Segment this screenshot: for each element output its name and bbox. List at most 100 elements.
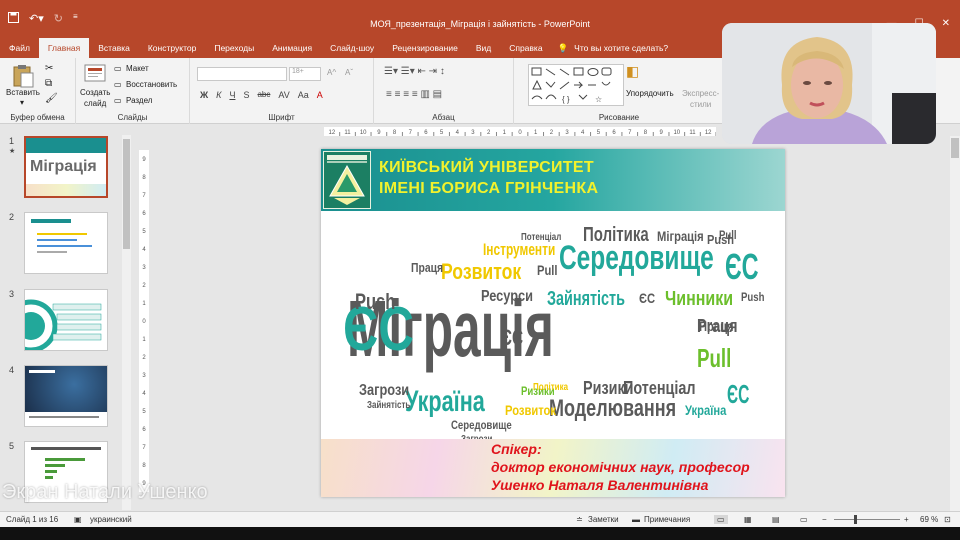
change-case-button[interactable]: Aa [298, 90, 309, 100]
zoom-slider-handle[interactable] [854, 515, 857, 524]
zoom-in-icon[interactable]: + [904, 515, 909, 524]
vruler-label: 4 [142, 247, 146, 253]
fit-to-window-icon[interactable]: ⊡ [944, 515, 951, 524]
word-cloud-word: Середовище [559, 239, 714, 277]
word-cloud-word: ЄС [727, 379, 750, 409]
bold-button[interactable]: Ж [200, 90, 208, 100]
copy-icon[interactable]: ⧉ [45, 78, 52, 89]
tab-home[interactable]: Главная [38, 38, 90, 58]
font-color-button[interactable]: A [317, 90, 323, 100]
slide-thumbnail-1[interactable]: Міграція [24, 136, 108, 198]
new-slide-button[interactable]: Создать [80, 88, 110, 97]
slide-thumbnail-4[interactable] [24, 365, 108, 427]
tab-help[interactable]: Справка [500, 38, 551, 58]
shapes-gallery[interactable]: { } ☆ [528, 64, 624, 106]
svg-text:{ }: { } [562, 95, 570, 104]
hruler-label: 5 [440, 130, 444, 136]
hruler-label: 12 [705, 130, 712, 136]
tab-slideshow[interactable]: Слайд-шоу [321, 38, 383, 58]
hruler-label: 3 [565, 130, 569, 136]
hruler-label: 10 [360, 130, 367, 136]
grow-font-icon[interactable]: A^ [327, 68, 336, 77]
font-size-box[interactable]: 18+ [289, 67, 321, 81]
slide-sorter-icon[interactable]: ▦ [744, 515, 752, 524]
notes-icon[interactable]: ≐ [576, 515, 583, 524]
editor-scroll-thumb[interactable] [951, 138, 959, 158]
slideshow-icon[interactable]: ▭ [800, 515, 808, 524]
reset-icon: ▭ [114, 80, 122, 89]
slide-thumbnail-3[interactable] [24, 289, 108, 351]
vruler-label: 8 [142, 175, 146, 181]
paste-icon[interactable] [12, 64, 34, 88]
vertical-ruler[interactable]: 9876543210123456789 [139, 150, 149, 492]
notes-button[interactable]: Заметки [588, 515, 619, 524]
thumb2-bar-1 [37, 233, 87, 235]
format-painter-icon[interactable]: 🖌 [45, 93, 58, 104]
thumbnail-scroll-thumb[interactable] [123, 139, 130, 249]
cut-icon[interactable]: ✂ [45, 63, 53, 74]
section-button[interactable]: Раздел [126, 96, 152, 105]
shrink-font-icon[interactable]: Aˇ [345, 68, 353, 77]
arrange-button[interactable]: Упорядочить [626, 89, 674, 98]
strikethrough-button[interactable]: abc [257, 90, 270, 100]
paste-dropdown-icon[interactable]: ▾ [20, 98, 24, 107]
thumb4-title [29, 370, 55, 373]
arrange-icon[interactable]: ◧ [626, 63, 639, 80]
language-indicator[interactable]: украинский [90, 515, 132, 524]
word-cloud-word: Push [741, 290, 765, 304]
hruler-label: 2 [550, 130, 554, 136]
font-format-row: Ж К Ч S abc AV Aa A [200, 90, 323, 100]
tab-file[interactable]: Файл [0, 38, 39, 58]
italic-button[interactable]: К [216, 90, 221, 100]
editor-scrollbar[interactable] [950, 136, 960, 511]
slide-canvas[interactable]: КИЇВСЬКИЙ УНІВЕРСИТЕТ ІМЕНІ БОРИСА ГРІНЧ… [321, 149, 785, 497]
font-name-box[interactable] [197, 67, 287, 81]
close-icon[interactable]: ✕ [942, 18, 950, 29]
zoom-level[interactable]: 69 % [920, 515, 938, 524]
tab-animations[interactable]: Анимация [263, 38, 321, 58]
vruler-label: 0 [142, 319, 146, 325]
tell-me-search[interactable]: Что вы хотите сделать? [568, 38, 668, 58]
vruler-label: 6 [142, 427, 146, 433]
zoom-slider-track[interactable] [834, 519, 900, 520]
thumb5-bar-4 [45, 476, 53, 479]
comments-icon[interactable]: ▬ [632, 515, 640, 524]
horizontal-ruler-ticks: 12 11 10 9 8 7 6 5 4 3 2 1 0 1 2 3 4 5 6 7 8 9 10 11 12 [328, 130, 716, 136]
quick-styles-button[interactable]: Экспресс- [682, 89, 719, 98]
vruler-label: 9 [142, 157, 146, 163]
layout-button[interactable]: Макет [126, 64, 149, 73]
shadow-button[interactable]: S [243, 90, 249, 100]
vruler-label: 2 [142, 355, 146, 361]
spellcheck-icon[interactable]: ▣ [74, 515, 82, 524]
hruler-label: 8 [644, 130, 648, 136]
word-cloud-word: Потенціал [623, 378, 696, 398]
comments-button[interactable]: Примечания [644, 515, 690, 524]
hruler-label: 10 [673, 130, 680, 136]
thumbnail-scrollbar[interactable] [122, 135, 131, 510]
zoom-out-icon[interactable]: − [822, 515, 827, 524]
tab-design[interactable]: Конструктор [139, 38, 205, 58]
new-slide-icon[interactable] [84, 64, 106, 84]
university-logo-graphic [327, 155, 367, 205]
reset-button[interactable]: Восстановить [126, 80, 177, 89]
align-icons[interactable]: ≡ ≡ ≡ ≡ ▥ ▤ [386, 89, 442, 100]
char-spacing-button[interactable]: AV [278, 90, 289, 100]
word-cloud-word: Pull [719, 228, 737, 242]
tab-transitions[interactable]: Переходы [205, 38, 263, 58]
thumb2-bar-3 [37, 245, 92, 247]
bullets-icon[interactable]: ☰▾ ☰▾ ⇤ ⇥ ↕ [384, 66, 445, 77]
hruler-label: 9 [659, 130, 663, 136]
underline-button[interactable]: Ч [229, 90, 235, 100]
slide-thumbnail-2[interactable] [24, 212, 108, 274]
hruler-label: 5 [597, 130, 601, 136]
vruler-label: 1 [142, 301, 146, 307]
reading-view-icon[interactable]: ▤ [772, 515, 780, 524]
normal-view-icon[interactable]: ▭ [714, 515, 728, 524]
paste-button[interactable]: Вставить [6, 88, 40, 97]
shapes-icons: { } ☆ [531, 67, 612, 104]
thumb5-bar-3 [45, 470, 57, 473]
tab-review[interactable]: Рецензирование [383, 38, 467, 58]
tab-insert[interactable]: Вставка [89, 38, 139, 58]
horizontal-ruler[interactable]: 12 11 10 9 8 7 6 5 4 3 2 1 0 1 2 3 4 5 6 7 8 9 10 11 12 [324, 127, 716, 136]
tab-view[interactable]: Вид [467, 38, 500, 58]
